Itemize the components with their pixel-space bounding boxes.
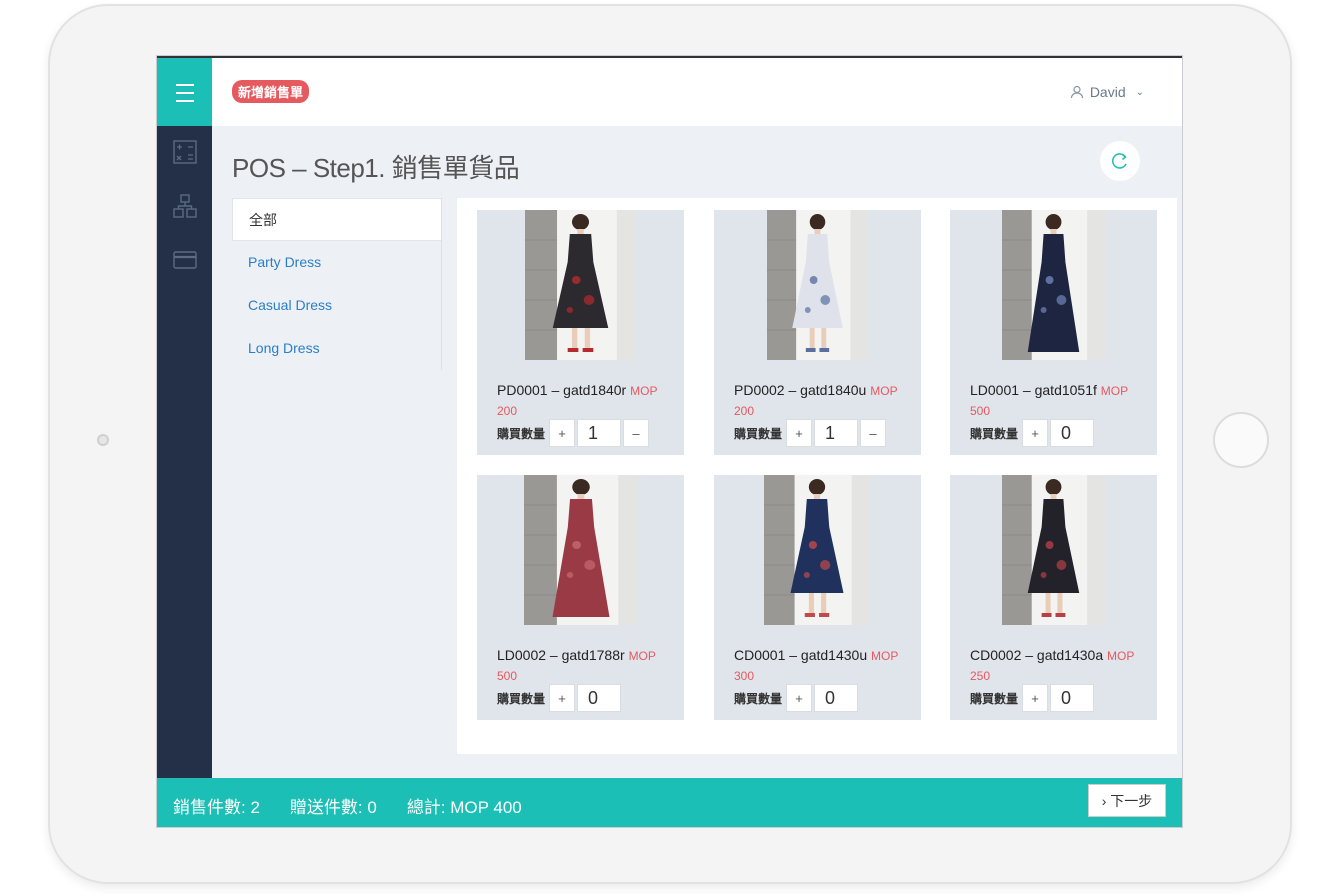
increment-button[interactable]: +	[549, 419, 576, 447]
home-button[interactable]	[1213, 412, 1269, 468]
product-photo	[764, 475, 870, 625]
decrement-button[interactable]: –	[860, 419, 887, 447]
top-bar: 新增銷售單 David ⌄	[157, 56, 1182, 128]
product-card[interactable]: LD0002 – gatd1788r MOP 500 購買數量 +0	[477, 475, 684, 720]
sitemap-icon[interactable]	[173, 194, 197, 218]
sold-count: 銷售件數: 2	[173, 798, 260, 817]
summary-footer: 銷售件數: 2 贈送件數: 0 總計: MOP 400 › 下一步	[157, 778, 1182, 827]
refresh-button[interactable]	[1100, 141, 1140, 181]
category-casual-dress[interactable]: Casual Dress	[232, 284, 442, 327]
next-step-button[interactable]: › 下一步	[1088, 784, 1166, 817]
quantity-label: 購買數量	[970, 426, 1019, 441]
quantity-stepper: 購買數量 +0	[970, 419, 1096, 447]
quantity-label: 購買數量	[734, 426, 783, 441]
increment-button[interactable]: +	[786, 419, 813, 447]
product-card[interactable]: LD0001 – gatd1051f MOP 500 購買數量 +0	[950, 210, 1157, 455]
menu-bar-icon	[175, 100, 194, 102]
product-grid: PD0001 – gatd1840r MOP 200 購買數量 +1– PD0002…	[457, 198, 1177, 754]
quantity-stepper: 購買數量 +0	[497, 684, 623, 712]
product-photo	[767, 210, 868, 360]
category-party-dress[interactable]: Party Dress	[232, 241, 442, 284]
order-total: 總計: MOP 400	[406, 798, 522, 817]
quantity-stepper: 購買數量 +1–	[497, 419, 650, 447]
user-menu[interactable]: David ⌄	[1070, 84, 1144, 100]
product-code: PD0001 – gatd1840r	[497, 382, 627, 398]
product-photo	[525, 210, 636, 360]
category-divider	[441, 198, 442, 370]
increment-button[interactable]: +	[1022, 419, 1049, 447]
quantity-label: 購買數量	[970, 691, 1019, 706]
menu-bar-icon	[175, 92, 194, 94]
product-photo	[524, 475, 638, 625]
increment-button[interactable]: +	[1022, 684, 1049, 712]
page-badge: 新增銷售單	[232, 80, 310, 103]
quantity-input[interactable]: 1	[577, 419, 622, 447]
quantity-label: 購買數量	[497, 691, 546, 706]
quantity-input[interactable]: 1	[814, 419, 859, 447]
product-code: PD0002 – gatd1840u	[734, 382, 867, 398]
product-name: LD0001 – gatd1051f MOP 500	[970, 381, 1150, 421]
quantity-input[interactable]: 0	[814, 684, 859, 712]
increment-button[interactable]: +	[786, 684, 813, 712]
hamburger-menu-button[interactable]	[157, 58, 212, 128]
increment-button[interactable]: +	[549, 684, 576, 712]
side-nav	[157, 126, 212, 778]
calculator-icon[interactable]	[173, 140, 197, 164]
credit-card-icon[interactable]	[173, 248, 197, 272]
product-card[interactable]: CD0001 – gatd1430u MOP 300 購買數量 +0	[714, 475, 921, 720]
product-code: CD0001 – gatd1430u	[734, 647, 868, 663]
camera-icon	[97, 434, 109, 446]
quantity-input[interactable]: 0	[1050, 419, 1095, 447]
gift-count: 贈送件數: 0	[289, 798, 377, 817]
product-name: LD0002 – gatd1788r MOP 500	[497, 646, 677, 686]
refresh-icon	[1111, 153, 1127, 169]
user-icon	[1070, 85, 1083, 99]
quantity-stepper: 購買數量 +1–	[734, 419, 887, 447]
product-photo	[1002, 210, 1105, 360]
product-code: LD0002 – gatd1788r	[497, 647, 625, 663]
product-photo	[1002, 475, 1105, 625]
quantity-input[interactable]: 0	[577, 684, 622, 712]
menu-bar-icon	[175, 84, 194, 86]
chevron-down-icon: ⌄	[1135, 86, 1144, 98]
product-card[interactable]: PD0001 – gatd1840r MOP 200 購買數量 +1–	[477, 210, 684, 455]
product-card[interactable]: PD0002 – gatd1840u MOP 200 購買數量 +1–	[714, 210, 921, 455]
category-all[interactable]: 全部	[232, 198, 442, 241]
product-card[interactable]: CD0002 – gatd1430a MOP 250 購買數量 +0	[950, 475, 1157, 720]
product-name: CD0001 – gatd1430u MOP 300	[734, 646, 914, 686]
decrement-button[interactable]: –	[623, 419, 650, 447]
quantity-stepper: 購買數量 +0	[970, 684, 1096, 712]
product-name: PD0002 – gatd1840u MOP 200	[734, 381, 914, 421]
quantity-input[interactable]: 0	[1050, 684, 1095, 712]
quantity-label: 購買數量	[734, 691, 783, 706]
user-name: David	[1089, 84, 1126, 100]
product-code: CD0002 – gatd1430a	[970, 647, 1104, 663]
quantity-stepper: 購買數量 +0	[734, 684, 860, 712]
page-title: POS – Step1. 銷售單貨品	[232, 153, 520, 183]
quantity-label: 購買數量	[497, 426, 546, 441]
product-code: LD0001 – gatd1051f	[970, 382, 1097, 398]
product-name: CD0002 – gatd1430a MOP 250	[970, 646, 1150, 686]
product-name: PD0001 – gatd1840r MOP 200	[497, 381, 677, 421]
category-list: 全部 Party Dress Casual Dress Long Dress	[232, 198, 442, 370]
app-screen: 新增銷售單 David ⌄ POS – Step1. 銷售單貨品 全部 Part…	[156, 55, 1183, 828]
category-long-dress[interactable]: Long Dress	[232, 327, 442, 370]
